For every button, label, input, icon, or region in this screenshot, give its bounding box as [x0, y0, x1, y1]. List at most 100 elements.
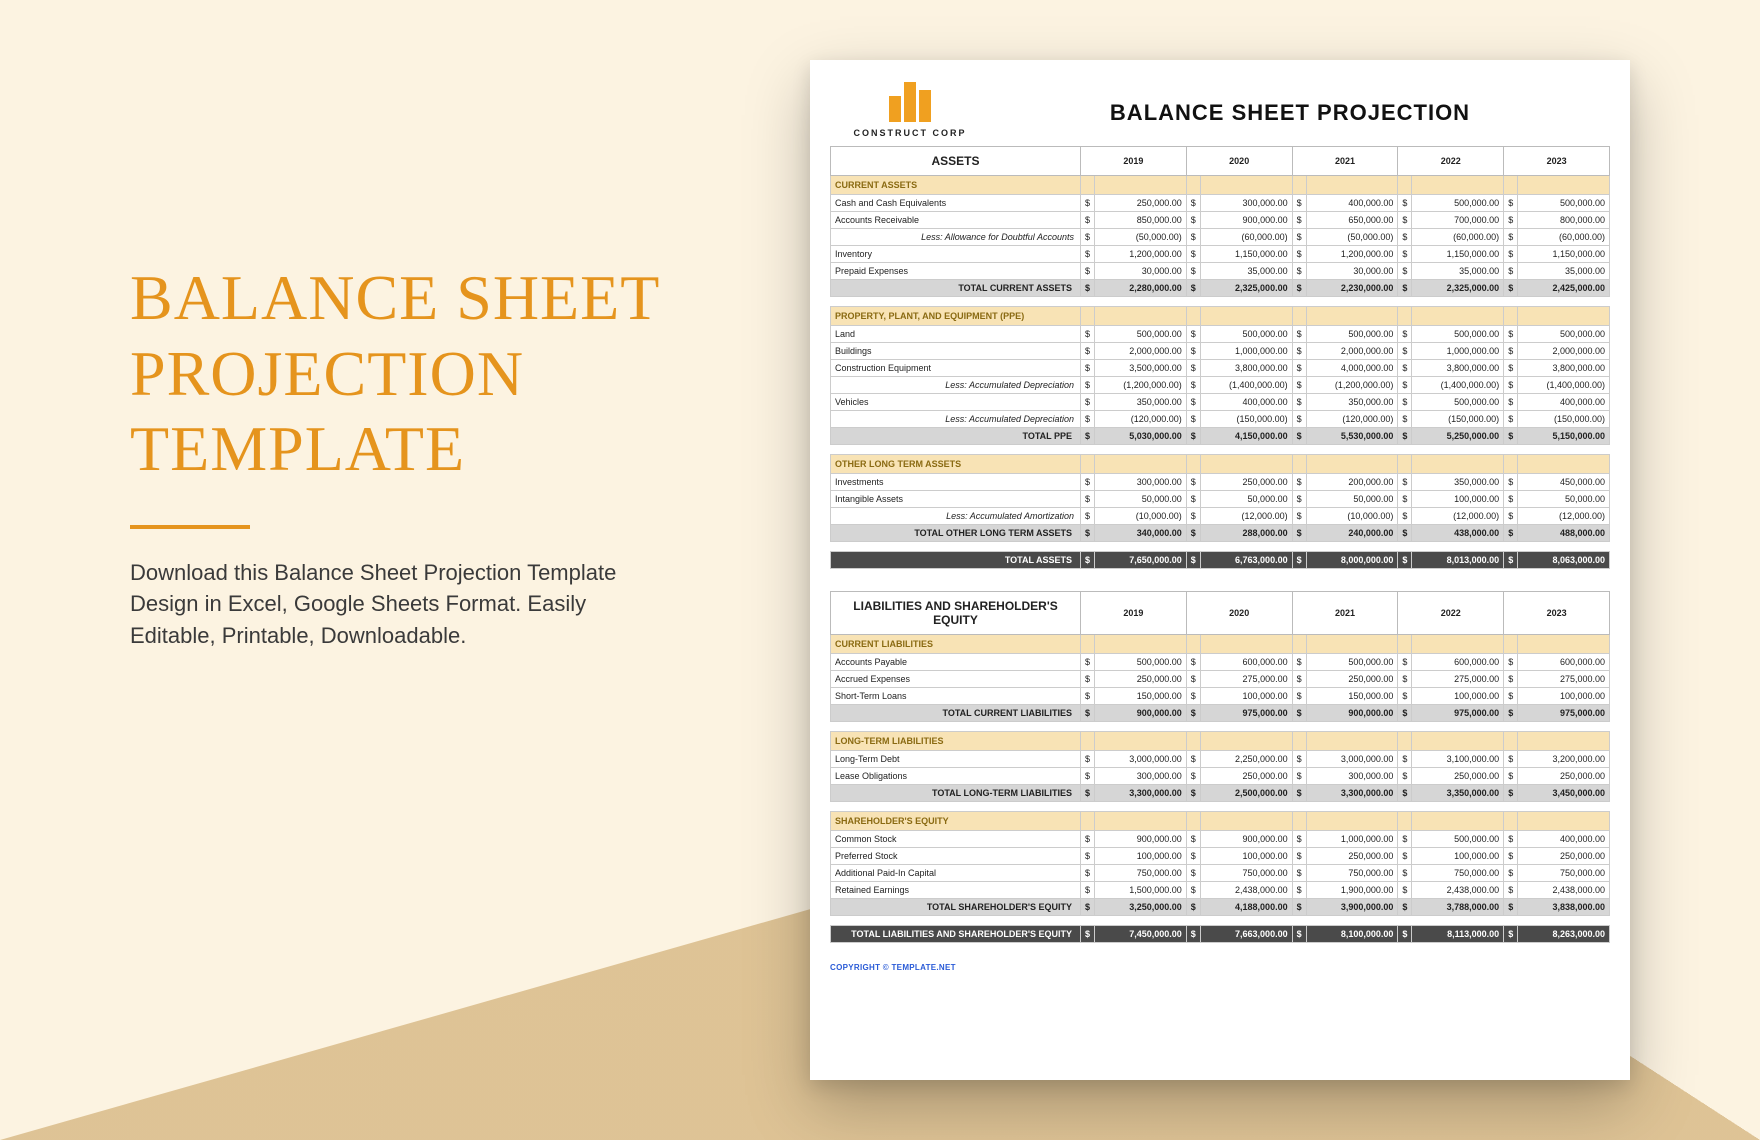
- table-row: Land$500,000.00$500,000.00$500,000.00$50…: [831, 326, 1610, 343]
- promo-title-line-1: BALANCE SHEET: [130, 262, 660, 333]
- row-label: Buildings: [831, 343, 1081, 360]
- row-label: Inventory: [831, 246, 1081, 263]
- doc-header: CONSTRUCT CORP BALANCE SHEET PROJECTION: [830, 82, 1610, 138]
- total-label: TOTAL PPE: [831, 428, 1081, 445]
- total-label: TOTAL OTHER LONG TERM ASSETS: [831, 525, 1081, 542]
- total-row: TOTAL OTHER LONG TERM ASSETS$340,000.00$…: [831, 525, 1610, 542]
- table-row: Less: Accumulated Depreciation$(1,200,00…: [831, 377, 1610, 394]
- year-header: 2022: [1398, 592, 1504, 635]
- table-row: Long-Term Debt$3,000,000.00$2,250,000.00…: [831, 751, 1610, 768]
- total-label: TOTAL LONG-TERM LIABILITIES: [831, 785, 1081, 802]
- grand-total-row: TOTAL ASSETS$7,650,000.00$6,763,000.00$8…: [831, 552, 1610, 569]
- section-header: LIABILITIES AND SHAREHOLDER'S EQUITY: [831, 592, 1081, 635]
- table-row: Less: Accumulated Amortization$(10,000.0…: [831, 508, 1610, 525]
- row-label: Less: Accumulated Depreciation: [831, 377, 1081, 394]
- table-row: Investments$300,000.00$250,000.00$200,00…: [831, 474, 1610, 491]
- category-label: OTHER LONG TERM ASSETS: [831, 455, 1081, 474]
- grand-total-row: TOTAL LIABILITIES AND SHAREHOLDER'S EQUI…: [831, 926, 1610, 943]
- category-row: SHAREHOLDER'S EQUITY: [831, 812, 1610, 831]
- grand-total-label: TOTAL ASSETS: [831, 552, 1081, 569]
- company-name: CONSTRUCT CORP: [830, 128, 990, 138]
- section-header: ASSETS: [831, 147, 1081, 176]
- row-label: Less: Allowance for Doubtful Accounts: [831, 229, 1081, 246]
- promo-divider: [130, 525, 250, 529]
- grand-total-label: TOTAL LIABILITIES AND SHAREHOLDER'S EQUI…: [831, 926, 1081, 943]
- table-row: Buildings$2,000,000.00$1,000,000.00$2,00…: [831, 343, 1610, 360]
- row-label: Cash and Cash Equivalents: [831, 195, 1081, 212]
- category-row: OTHER LONG TERM ASSETS: [831, 455, 1610, 474]
- year-header: 2019: [1081, 147, 1187, 176]
- table-row: Vehicles$350,000.00$400,000.00$350,000.0…: [831, 394, 1610, 411]
- year-header: 2019: [1081, 592, 1187, 635]
- category-label: PROPERTY, PLANT, AND EQUIPMENT (PPE): [831, 307, 1081, 326]
- table-row: Intangible Assets$50,000.00$50,000.00$50…: [831, 491, 1610, 508]
- table-row: Accounts Payable$500,000.00$600,000.00$5…: [831, 654, 1610, 671]
- document-preview: CONSTRUCT CORP BALANCE SHEET PROJECTION …: [810, 60, 1630, 1080]
- table-row: Cash and Cash Equivalents$250,000.00$300…: [831, 195, 1610, 212]
- row-label: Additional Paid-In Capital: [831, 865, 1081, 882]
- category-label: CURRENT LIABILITIES: [831, 635, 1081, 654]
- promo-title: BALANCE SHEET PROJECTION TEMPLATE: [130, 260, 730, 487]
- promo-blurb: Download this Balance Sheet Projection T…: [130, 557, 670, 653]
- doc-title: BALANCE SHEET PROJECTION: [1010, 82, 1610, 126]
- table-row: Less: Accumulated Depreciation$(120,000.…: [831, 411, 1610, 428]
- table-row: Prepaid Expenses$30,000.00$35,000.00$30,…: [831, 263, 1610, 280]
- row-label: Prepaid Expenses: [831, 263, 1081, 280]
- table-row: Common Stock$900,000.00$900,000.00$1,000…: [831, 831, 1610, 848]
- table-row: Construction Equipment$3,500,000.00$3,80…: [831, 360, 1610, 377]
- total-row: TOTAL CURRENT LIABILITIES$900,000.00$975…: [831, 705, 1610, 722]
- table-row: Accounts Receivable$850,000.00$900,000.0…: [831, 212, 1610, 229]
- promo-title-line-3: TEMPLATE: [130, 413, 465, 484]
- table-row: Inventory$1,200,000.00$1,150,000.00$1,20…: [831, 246, 1610, 263]
- row-label: Common Stock: [831, 831, 1081, 848]
- promo-title-line-2: PROJECTION: [130, 338, 524, 409]
- section-table: ASSETS20192020202120222023CURRENT ASSETS…: [830, 146, 1610, 569]
- total-row: TOTAL PPE$5,030,000.00$4,150,000.00$5,53…: [831, 428, 1610, 445]
- total-label: TOTAL CURRENT LIABILITIES: [831, 705, 1081, 722]
- row-label: Less: Accumulated Amortization: [831, 508, 1081, 525]
- table-row: Accrued Expenses$250,000.00$275,000.00$2…: [831, 671, 1610, 688]
- row-label: Intangible Assets: [831, 491, 1081, 508]
- total-row: TOTAL LONG-TERM LIABILITIES$3,300,000.00…: [831, 785, 1610, 802]
- copyright-text: COPYRIGHT © TEMPLATE.NET: [830, 963, 1610, 972]
- category-row: LONG-TERM LIABILITIES: [831, 732, 1610, 751]
- row-label: Accounts Receivable: [831, 212, 1081, 229]
- year-header: 2020: [1186, 592, 1292, 635]
- section-table: LIABILITIES AND SHAREHOLDER'S EQUITY2019…: [830, 591, 1610, 943]
- total-label: TOTAL SHAREHOLDER'S EQUITY: [831, 899, 1081, 916]
- company-logo: CONSTRUCT CORP: [830, 82, 990, 138]
- year-header: 2020: [1186, 147, 1292, 176]
- table-row: Less: Allowance for Doubtful Accounts$(5…: [831, 229, 1610, 246]
- row-label: Less: Accumulated Depreciation: [831, 411, 1081, 428]
- category-row: CURRENT ASSETS: [831, 176, 1610, 195]
- year-header: 2023: [1504, 147, 1610, 176]
- total-label: TOTAL CURRENT ASSETS: [831, 280, 1081, 297]
- row-label: Short-Term Loans: [831, 688, 1081, 705]
- total-row: TOTAL CURRENT ASSETS$2,280,000.00$2,325,…: [831, 280, 1610, 297]
- row-label: Construction Equipment: [831, 360, 1081, 377]
- row-label: Retained Earnings: [831, 882, 1081, 899]
- table-row: Lease Obligations$300,000.00$250,000.00$…: [831, 768, 1610, 785]
- category-label: LONG-TERM LIABILITIES: [831, 732, 1081, 751]
- row-label: Accrued Expenses: [831, 671, 1081, 688]
- year-header: 2022: [1398, 147, 1504, 176]
- category-label: SHAREHOLDER'S EQUITY: [831, 812, 1081, 831]
- category-row: CURRENT LIABILITIES: [831, 635, 1610, 654]
- total-row: TOTAL SHAREHOLDER'S EQUITY$3,250,000.00$…: [831, 899, 1610, 916]
- row-label: Preferred Stock: [831, 848, 1081, 865]
- page-stage: BALANCE SHEET PROJECTION TEMPLATE Downlo…: [0, 0, 1760, 1140]
- table-row: Additional Paid-In Capital$750,000.00$75…: [831, 865, 1610, 882]
- table-row: Retained Earnings$1,500,000.00$2,438,000…: [831, 882, 1610, 899]
- row-label: Long-Term Debt: [831, 751, 1081, 768]
- row-label: Accounts Payable: [831, 654, 1081, 671]
- year-header: 2023: [1504, 592, 1610, 635]
- row-label: Vehicles: [831, 394, 1081, 411]
- financial-tables: ASSETS20192020202120222023CURRENT ASSETS…: [830, 146, 1610, 957]
- row-label: Investments: [831, 474, 1081, 491]
- table-row: Preferred Stock$100,000.00$100,000.00$25…: [831, 848, 1610, 865]
- row-label: Lease Obligations: [831, 768, 1081, 785]
- section-header-row: ASSETS20192020202120222023: [831, 147, 1610, 176]
- table-row: Short-Term Loans$150,000.00$100,000.00$1…: [831, 688, 1610, 705]
- section-header-row: LIABILITIES AND SHAREHOLDER'S EQUITY2019…: [831, 592, 1610, 635]
- category-label: CURRENT ASSETS: [831, 176, 1081, 195]
